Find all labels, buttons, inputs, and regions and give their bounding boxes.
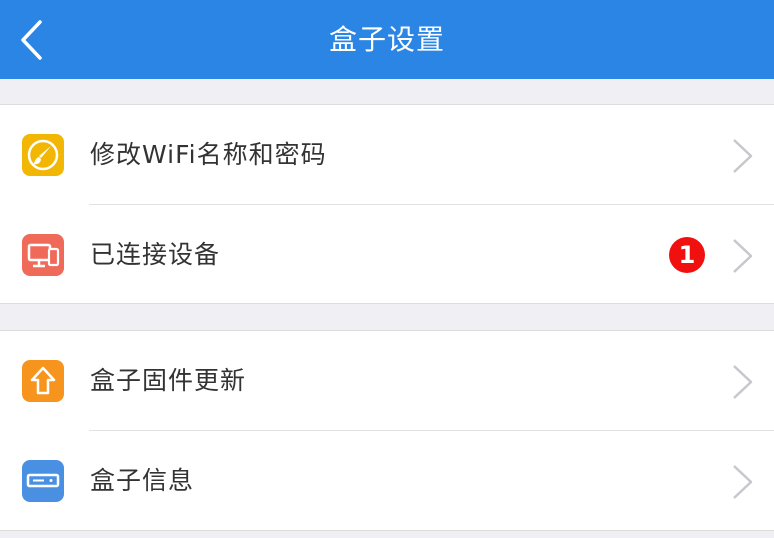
paintbrush-icon [22, 134, 64, 176]
chevron-right-icon [733, 239, 753, 273]
menu-item-label: 已连接设备 [90, 240, 221, 269]
devices-icon [22, 234, 64, 276]
upload-arrow-icon [22, 360, 64, 402]
chevron-right-icon [733, 465, 753, 499]
menu-item-firmware-update[interactable]: 盒子固件更新 [0, 331, 774, 431]
settings-group-network: 修改WiFi名称和密码 已连接设备 [0, 104, 774, 304]
menu-item-label: 盒子固件更新 [90, 366, 247, 395]
router-box-icon [22, 460, 64, 502]
notification-badge: 1 [669, 237, 705, 273]
nav-header: 盒子设置 [0, 0, 774, 79]
menu-item-label: 盒子信息 [90, 466, 195, 495]
menu-item-label: 修改WiFi名称和密码 [90, 140, 327, 169]
menu-item-wifi-settings[interactable]: 修改WiFi名称和密码 [0, 105, 774, 205]
chevron-right-icon [733, 365, 753, 399]
page-title: 盒子设置 [328, 23, 445, 56]
chevron-right-icon [733, 139, 753, 173]
menu-item-connected-devices[interactable]: 已连接设备 [0, 205, 774, 305]
settings-group-box: 盒子固件更新 盒子信息 [0, 330, 774, 531]
menu-item-box-info[interactable]: 盒子信息 [0, 431, 774, 531]
